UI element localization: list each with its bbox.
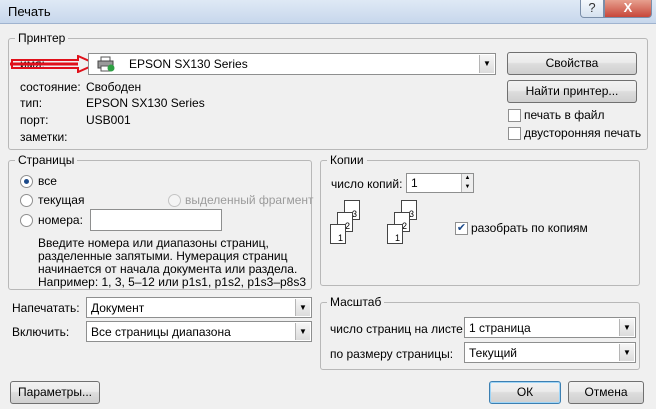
pages-hint-line-3: начинается от начала документа или разде… [38,262,298,276]
pages-hint-line-1: Введите номера или диапазоны страниц, [38,236,269,250]
include-select[interactable]: Все страницы диапазона ▼ [86,321,312,342]
properties-button[interactable]: Свойства [507,52,637,75]
title-bar: Печать ? X [0,0,656,24]
pages-legend: Страницы [15,153,78,167]
collate-pages-icon-1: 3 2 1 [330,200,375,255]
print-to-file-checkbox[interactable] [508,109,521,122]
chevron-down-icon[interactable]: ▼ [619,344,634,361]
collate-pages-icon-2: 3 2 1 [387,200,432,255]
pages-numbers-label[interactable]: номера: [38,213,83,227]
pages-selection-radio [168,194,181,207]
spin-up-icon[interactable]: ▲ [461,174,473,183]
scale-value: Текущий [469,346,517,360]
port-label: порт: [20,113,49,127]
options-button[interactable]: Параметры... [10,381,100,404]
copies-count-input[interactable]: 1 ▲ ▼ [406,173,474,193]
print-to-file-label[interactable]: печать в файл [524,108,604,122]
zoom-legend: Масштаб [327,295,385,309]
status-value: Свободен [86,80,142,94]
spin-down-icon[interactable]: ▼ [461,183,473,192]
chevron-down-icon[interactable]: ▼ [295,299,310,316]
pages-per-sheet-value: 1 страница [469,321,531,335]
find-printer-button[interactable]: Найти принтер... [507,80,637,103]
type-value: EPSON SX130 Series [86,96,205,110]
collate-checkbox[interactable]: ✔ [455,222,468,235]
pages-numbers-radio[interactable] [20,214,33,227]
pages-hint-line-4: Например: 1, 3, 5–12 или p1s1, p1s2, p1s… [38,275,307,289]
pages-per-sheet-select[interactable]: 1 страница ▼ [464,317,636,338]
pages-per-sheet-label: число страниц на листе: [330,322,467,336]
pages-current-label[interactable]: текущая [38,193,84,207]
duplex-label[interactable]: двусторонняя печать [524,126,641,140]
pages-current-radio[interactable] [20,194,33,207]
chevron-down-icon[interactable]: ▼ [295,323,310,340]
collate-label[interactable]: разобрать по копиям [471,221,588,235]
ok-button[interactable]: ОК [489,381,561,404]
red-arrow-icon [10,55,98,73]
printer-select[interactable]: EPSON SX130 Series ▼ [88,53,496,75]
chevron-down-icon[interactable]: ▼ [619,319,634,336]
close-button[interactable]: X [604,0,652,18]
notes-label: заметки: [20,130,68,144]
pages-all-radio[interactable] [20,175,33,188]
pages-all-label[interactable]: все [38,174,57,188]
print-what-value: Документ [91,301,145,315]
help-button[interactable]: ? [580,0,604,18]
scale-label: по размеру страницы: [330,347,454,361]
port-value: USB001 [86,113,131,127]
type-label: тип: [20,96,43,110]
printer-name-value: EPSON SX130 Series [129,57,248,71]
printer-legend: Принтер [15,31,69,45]
print-what-select[interactable]: Документ ▼ [86,297,312,318]
pages-selection-label: выделенный фрагмент [185,193,314,207]
copies-count-label: число копий: [331,177,403,191]
scale-select[interactable]: Текущий ▼ [464,342,636,363]
pages-numbers-input[interactable] [90,209,222,231]
include-label: Включить: [12,325,70,339]
include-value: Все страницы диапазона [91,325,231,339]
copies-count-value: 1 [411,176,418,190]
copies-legend: Копии [327,153,367,167]
status-label: состояние: [20,80,81,94]
window-title: Печать [8,4,51,19]
duplex-checkbox[interactable] [508,127,521,140]
cancel-button[interactable]: Отмена [568,381,644,404]
print-what-label: Напечатать: [12,301,80,315]
pages-hint-line-2: разделенные запятыми. Нумерация страниц [38,249,288,263]
chevron-down-icon[interactable]: ▼ [479,55,494,73]
printer-icon [97,56,115,72]
